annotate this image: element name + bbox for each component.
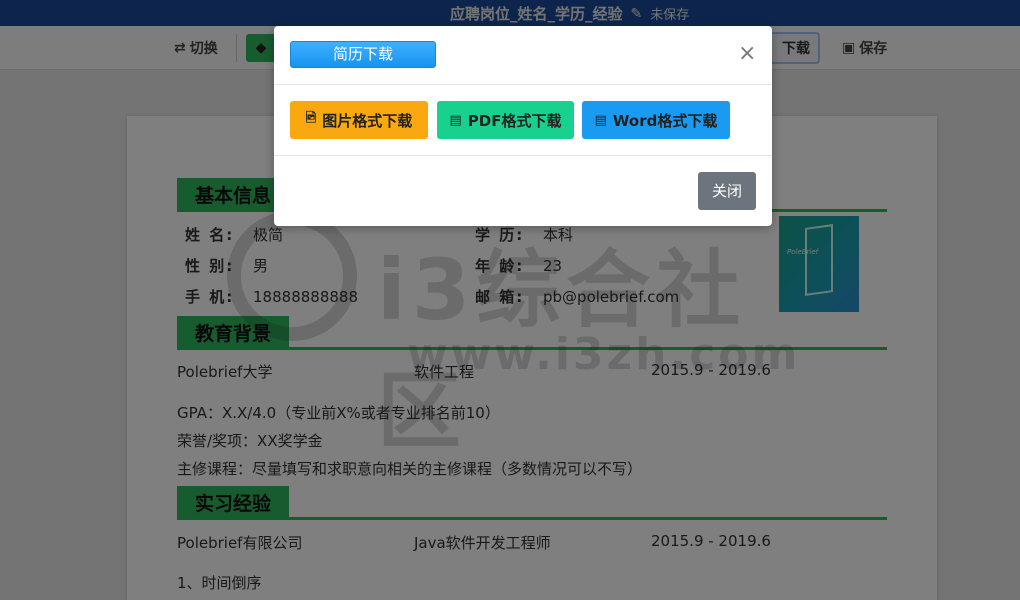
file-word-icon: ▤ [594,112,607,128]
download-image-button[interactable]: 🖻 图片格式下载 [290,101,428,139]
close-icon[interactable]: × [738,43,756,65]
file-image-icon: 🖻 [305,111,317,126]
modal-title: 简历下载 [290,41,436,68]
download-word-label: Word格式下载 [612,111,718,130]
download-pdf-button[interactable]: ▤ PDF格式下载 [437,101,574,139]
file-pdf-icon: ▤ [449,112,462,128]
download-word-button[interactable]: ▤ Word格式下载 [582,101,730,139]
modal-body: 🖻 图片格式下载 ▤ PDF格式下载 ▤ Word格式下载 [274,85,772,156]
download-image-label: 图片格式下载 [322,111,413,130]
close-button[interactable]: 关闭 [698,172,756,210]
modal-footer: 关闭 [274,156,772,226]
download-modal: 简历下载 × 🖻 图片格式下载 ▤ PDF格式下载 ▤ Word格式下载 关闭 [274,26,772,226]
download-pdf-label: PDF格式下载 [467,111,562,130]
modal-header: 简历下载 × [274,26,772,85]
